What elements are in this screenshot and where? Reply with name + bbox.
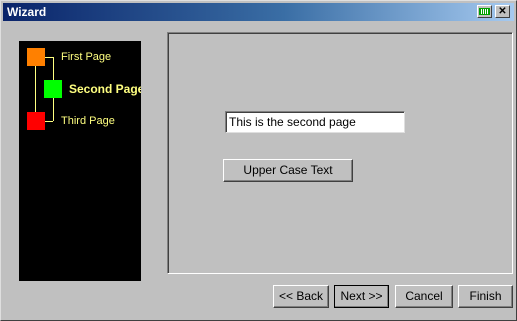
step-label-second[interactable]: Second Page — [69, 82, 141, 96]
minimize-button[interactable] — [477, 5, 492, 18]
step-marker-third[interactable] — [27, 112, 45, 130]
next-button[interactable]: Next >> — [334, 285, 389, 308]
step-connector — [45, 57, 53, 58]
wizard-window: Wizard ✕ First Page Second Page Third Pa… — [0, 0, 517, 321]
step-marker-second[interactable] — [44, 80, 62, 98]
step-label-third[interactable]: Third Page — [61, 115, 115, 127]
step-connector — [45, 121, 53, 122]
close-icon: ✕ — [498, 6, 507, 17]
minimize-icon — [479, 8, 490, 15]
back-button[interactable]: << Back — [273, 285, 329, 308]
page-text-input[interactable] — [225, 111, 405, 133]
step-connector — [53, 57, 54, 80]
finish-button[interactable]: Finish — [458, 285, 513, 308]
step-connector — [35, 66, 36, 112]
cancel-button[interactable]: Cancel — [395, 285, 453, 308]
step-connector — [53, 98, 54, 121]
step-marker-first[interactable] — [27, 48, 45, 66]
page-content-panel — [167, 32, 513, 274]
title-bar[interactable]: Wizard ✕ — [3, 3, 514, 21]
close-button[interactable]: ✕ — [495, 5, 510, 18]
step-label-first[interactable]: First Page — [61, 51, 111, 63]
wizard-step-navigator: First Page Second Page Third Page — [19, 41, 141, 281]
window-title: Wizard — [7, 5, 47, 19]
upper-case-text-button[interactable]: Upper Case Text — [223, 159, 353, 182]
